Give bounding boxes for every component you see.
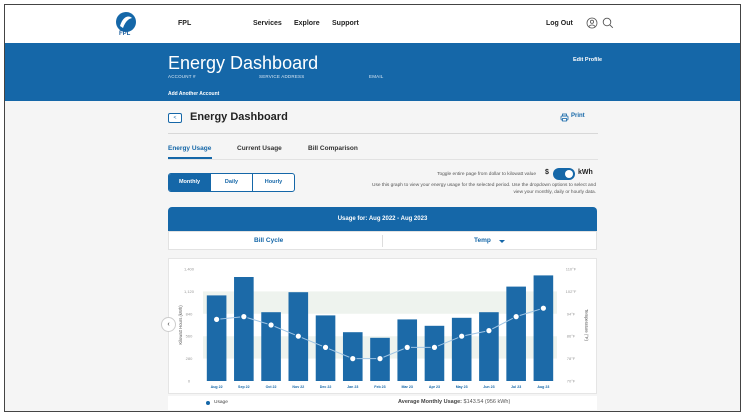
temp-point xyxy=(376,354,384,363)
usage-chart-svg: 0 280 560 840 1,120 1,400 70°F 78°F 86°F 94°F 102°… xyxy=(178,267,589,390)
y2-tick-label: 110°F xyxy=(566,267,577,272)
usage-legend-swatch xyxy=(206,401,210,405)
print-icon[interactable] xyxy=(560,113,569,122)
temp-point xyxy=(240,312,248,321)
page-title: Energy Dashboard xyxy=(168,53,319,73)
chart-legend-row: Usage Average Monthly Usage: $143.54 (95… xyxy=(168,396,597,410)
nav-services[interactable]: Services xyxy=(253,20,282,27)
tab-current-usage[interactable]: Current Usage xyxy=(237,145,282,152)
x-tick-label: May 23 xyxy=(456,385,468,389)
usage-chart: 0 280 560 840 1,120 1,400 70°F 78°F 86°F 94°F 102°… xyxy=(168,258,597,394)
top-navigation: FPL FPL Services Explore Support Log Out xyxy=(5,5,740,43)
section-divider xyxy=(168,133,598,134)
graph-instructions: Use this graph to view your energy usage… xyxy=(372,183,596,195)
nav-support[interactable]: Support xyxy=(332,20,359,27)
usage-bar xyxy=(451,317,472,381)
y-tick-label: 840 xyxy=(186,311,193,316)
y-axis-label: Kilowatt Hours (kWh) xyxy=(178,305,183,345)
period-hourly-button[interactable]: Hourly xyxy=(253,174,294,191)
bill-cycle-option[interactable]: Bill Cycle xyxy=(254,237,283,244)
period-monthly-button[interactable]: Monthly xyxy=(169,174,211,191)
x-tick-label: Aug 22 xyxy=(211,385,223,389)
chevron-down-icon[interactable] xyxy=(499,240,505,243)
y-tick-label: 560 xyxy=(186,334,193,339)
x-tick-label: Dec 22 xyxy=(320,385,332,389)
chart-prev-button[interactable]: ‹ xyxy=(161,317,176,332)
x-tick-label: Nov 22 xyxy=(292,385,304,389)
toggle-note: Toggle entire page from dollar to kilowa… xyxy=(437,172,536,177)
x-tick-label: Sep 22 xyxy=(238,385,250,389)
y2-tick-label: 102°F xyxy=(566,289,577,294)
y-tick-label: 280 xyxy=(186,356,193,361)
usage-bar xyxy=(424,325,445,381)
app-frame: FPL FPL Services Explore Support Log Out… xyxy=(4,4,741,412)
logout-link[interactable]: Log Out xyxy=(546,20,573,27)
service-address-label: SERVICE ADDRESS xyxy=(259,74,305,79)
print-link[interactable]: Print xyxy=(571,113,585,119)
tab-energy-usage[interactable]: Energy Usage xyxy=(168,145,211,152)
dollar-label: $ xyxy=(545,169,549,176)
x-tick-label: Jan 23 xyxy=(347,385,358,389)
y2-tick-label: 86°F xyxy=(567,334,576,339)
usage-bar xyxy=(479,312,499,381)
tab-bill-comparison[interactable]: Bill Comparison xyxy=(308,145,358,152)
y2-tick-label: 70°F xyxy=(567,379,576,384)
temp-dropdown[interactable]: Temp xyxy=(474,237,491,244)
temp-point xyxy=(348,354,357,363)
nav-brand[interactable]: FPL xyxy=(178,20,191,27)
y2-axis-label: Temperature (°F) xyxy=(584,309,589,341)
temp-point xyxy=(267,321,275,329)
x-tick-label: Mar 23 xyxy=(402,385,413,389)
usage-bar xyxy=(206,295,227,381)
temp-point xyxy=(321,343,330,352)
edit-profile-link[interactable]: Edit Profile xyxy=(573,57,602,63)
x-tick-label: Aug 23 xyxy=(537,385,549,389)
usage-legend-label[interactable]: Usage xyxy=(214,400,228,405)
x-tick-label: Feb 23 xyxy=(374,385,385,389)
x-tick-label: Jun 23 xyxy=(483,385,494,389)
section-title: Energy Dashboard xyxy=(190,111,288,123)
y2-tick-label: 78°F xyxy=(567,356,576,361)
temp-point xyxy=(212,315,221,324)
y-tick-label: 1,400 xyxy=(184,267,195,272)
average-usage-label: Average Monthly Usage: xyxy=(398,399,462,405)
kwh-label: kWh xyxy=(578,169,593,176)
nav-explore[interactable]: Explore xyxy=(294,20,320,27)
email-label: EMAIL xyxy=(369,74,384,79)
account-number-label: ACCOUNT # xyxy=(168,74,196,79)
account-header: Energy Dashboard ACCOUNT # SERVICE ADDRE… xyxy=(5,43,740,101)
tabs-divider xyxy=(168,159,598,160)
y2-tick-label: 94°F xyxy=(567,311,576,316)
chart-options-row: Bill Cycle Temp xyxy=(168,231,597,250)
x-tick-label: Apr 23 xyxy=(429,385,440,389)
period-selector: Monthly Daily Hourly xyxy=(168,173,295,192)
usage-bar xyxy=(234,277,254,381)
temp-point xyxy=(457,332,466,341)
grid-band xyxy=(203,291,557,314)
temp-point xyxy=(430,343,439,352)
x-tick-label: Oct 22 xyxy=(266,385,277,389)
options-separator xyxy=(382,235,383,247)
average-usage-value: $143.54 (956 kWh) xyxy=(463,399,511,405)
usage-period-banner: Usage for: Aug 2022 - Aug 2023 xyxy=(168,207,597,231)
logo-text: FPL xyxy=(119,31,131,37)
y-tick-label: 0 xyxy=(188,379,191,384)
average-usage: Average Monthly Usage: $143.54 (956 kWh) xyxy=(398,399,510,405)
dollar-kwh-toggle[interactable] xyxy=(553,168,575,180)
temp-point xyxy=(485,326,493,335)
add-account-link[interactable]: Add Another Account xyxy=(168,91,219,97)
temp-point xyxy=(294,332,303,341)
search-icon[interactable] xyxy=(602,17,614,29)
back-button[interactable]: < xyxy=(168,113,182,123)
account-icon[interactable] xyxy=(586,17,598,29)
x-tick-label: Jul 23 xyxy=(511,385,521,389)
temp-point xyxy=(403,343,412,352)
y-tick-label: 1,120 xyxy=(184,289,195,294)
usage-bar xyxy=(506,286,526,381)
period-daily-button[interactable]: Daily xyxy=(211,174,253,191)
temp-point xyxy=(512,312,520,321)
temp-point xyxy=(539,304,548,313)
toggle-knob xyxy=(565,170,573,178)
usage-bar xyxy=(533,275,554,381)
